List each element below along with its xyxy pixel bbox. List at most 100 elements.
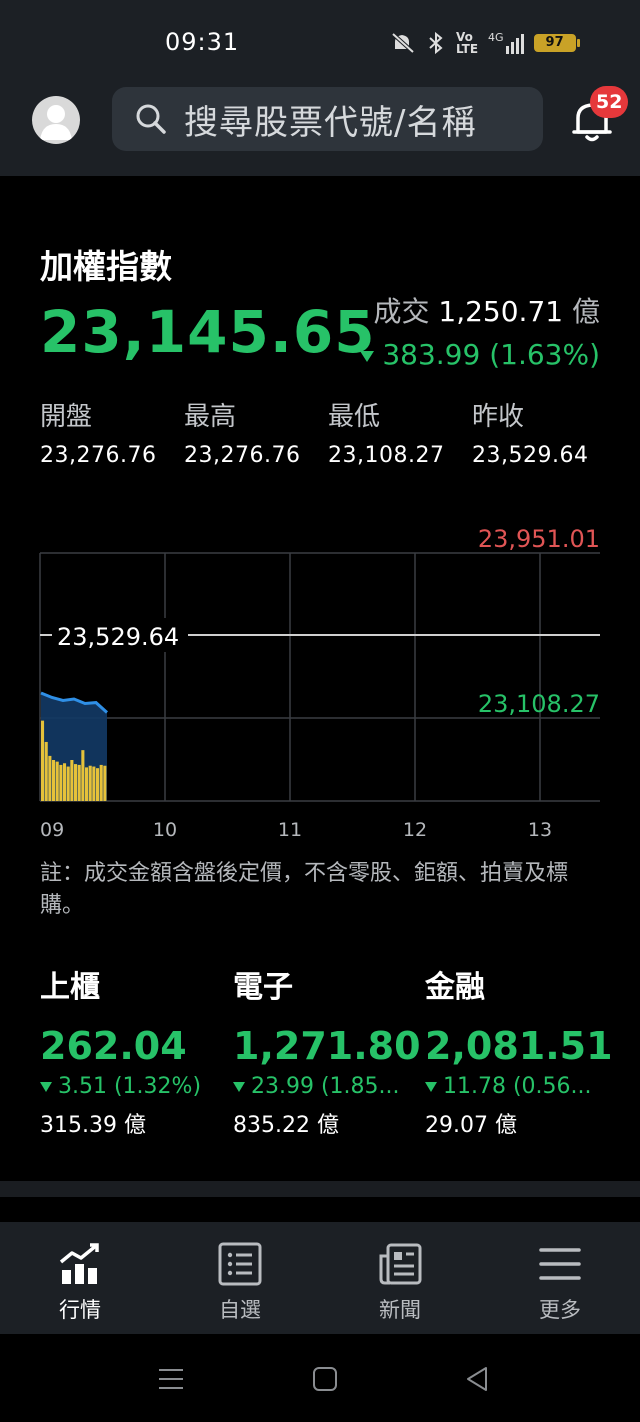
chart-icon — [59, 1243, 99, 1284]
sub-index-value: 262.04 — [40, 1024, 187, 1068]
volume-bar — [81, 750, 85, 801]
volume-bar — [99, 764, 103, 801]
tab-more[interactable]: 更多 — [480, 1222, 640, 1334]
list-icon — [218, 1242, 262, 1286]
sub-index-value: 1,271.80 — [233, 1024, 421, 1068]
turnover-value: 1,250.71 — [438, 295, 564, 328]
tab-watchlist[interactable]: 自選 — [160, 1222, 320, 1334]
turnover-unit: 億 — [571, 295, 600, 328]
sub-index-value: 2,081.51 — [425, 1024, 613, 1068]
sub-index-change: 3.51 (1.32%) — [40, 1074, 230, 1099]
stat-value: 23,529.64 — [472, 443, 589, 468]
news-icon — [379, 1243, 422, 1285]
search-placeholder: 搜尋股票代號/名稱 — [184, 102, 477, 143]
system-nav-bar — [0, 1334, 640, 1422]
section-divider — [0, 1181, 640, 1197]
volume-bar — [59, 764, 63, 801]
signal-icon: 4G — [488, 32, 524, 54]
sub-index-amount: 835.22 億 — [233, 1113, 339, 1138]
home-icon[interactable] — [310, 1364, 340, 1394]
tab-label: 更多 — [539, 1298, 581, 1322]
recents-icon[interactable] — [156, 1364, 186, 1394]
sub-index-electronics[interactable]: 電子 1,271.80 23.99 (1.85... 835.22 億 — [233, 962, 423, 1139]
tab-market[interactable]: 行情 — [0, 1222, 160, 1334]
stat-label: 昨收 — [472, 402, 525, 432]
turnover-label: 成交 — [373, 295, 430, 328]
volume-bar — [96, 768, 100, 801]
volume-bar — [63, 763, 67, 801]
volume-bar — [44, 741, 48, 801]
volume-bar — [70, 760, 74, 801]
volume-bar — [88, 765, 92, 801]
upper-limit-label: 23,951.01 — [478, 525, 600, 553]
top-bar: 搜尋股票代號/名稱 52 — [0, 80, 640, 176]
search-icon — [136, 104, 166, 134]
battery-icon: 97 — [533, 34, 580, 52]
volte-icon: Vo LTE — [456, 30, 479, 56]
stat-low: 最低 23,108.27 — [328, 396, 444, 468]
status-bar: 09:31 Vo LTE 4G 97 — [0, 0, 640, 80]
search-input[interactable]: 搜尋股票代號/名稱 — [112, 87, 543, 151]
volume-bar — [55, 761, 59, 801]
sub-index-otc[interactable]: 上櫃 262.04 3.51 (1.32%) 315.39 億 — [40, 962, 230, 1139]
back-icon[interactable] — [462, 1364, 492, 1394]
stat-label: 最高 — [184, 402, 237, 432]
notification-badge: 52 — [590, 86, 629, 118]
status-time: 09:31 — [165, 28, 240, 56]
bottom-tab-bar: 行情 自選 新聞 更多 — [0, 1222, 640, 1334]
index-value: 23,145.65 — [40, 298, 376, 366]
x-tick-label: 13 — [528, 819, 552, 841]
x-tick-label: 09 — [40, 819, 64, 841]
volume-bar — [74, 764, 78, 801]
sub-index-name: 上櫃 — [40, 970, 100, 1005]
volume-bar — [41, 720, 45, 801]
index-change-value: 383.99 (1.63%) — [382, 338, 600, 371]
volume-bar — [92, 766, 96, 801]
volume-bar — [77, 764, 81, 801]
sub-index-name: 電子 — [233, 970, 293, 1005]
battery-level: 97 — [533, 34, 576, 52]
stat-high: 最高 23,276.76 — [184, 396, 300, 468]
stat-prev-close: 昨收 23,529.64 — [472, 396, 588, 468]
sub-index-finance[interactable]: 金融 2,081.51 11.78 (0.56... 29.07 億 — [425, 962, 615, 1139]
tab-label: 新聞 — [379, 1298, 421, 1322]
volume-bar — [48, 755, 52, 801]
turnover: 成交 1,250.71 億 — [373, 290, 600, 330]
tab-label: 行情 — [59, 1298, 101, 1322]
sub-index-amount: 315.39 億 — [40, 1113, 146, 1138]
sub-index-amount: 29.07 億 — [425, 1113, 517, 1138]
x-tick-label: 11 — [278, 819, 302, 841]
mute-icon — [391, 32, 415, 54]
tab-label: 自選 — [219, 1298, 261, 1322]
x-tick-label: 12 — [403, 819, 427, 841]
chart-note: 註：成交金額含盤後定價，不含零股、鉅額、拍賣及標購。 — [40, 861, 569, 918]
volume-bar — [52, 760, 56, 801]
stat-value: 23,276.76 — [40, 443, 157, 468]
menu-icon — [539, 1248, 581, 1280]
volume-bar — [66, 766, 70, 801]
down-arrow-icon — [40, 1082, 52, 1092]
user-icon — [40, 105, 72, 140]
x-tick-label: 10 — [153, 819, 177, 841]
stat-value: 23,276.76 — [184, 443, 301, 468]
reference-label: 23,529.64 — [57, 623, 179, 651]
volume-bar — [103, 765, 107, 801]
stat-open: 開盤 23,276.76 — [40, 396, 156, 468]
sub-index-name: 金融 — [425, 970, 485, 1005]
stat-label: 最低 — [328, 402, 381, 432]
index-change: 383.99 (1.63%) — [360, 338, 600, 371]
avatar[interactable] — [32, 96, 80, 144]
intraday-chart[interactable]: 23,951.01 23,529.64 23,108.27 09 10 11 12 13 — [0, 510, 640, 850]
sub-index-change: 11.78 (0.56... — [425, 1074, 615, 1099]
sub-index-change: 23.99 (1.85... — [233, 1074, 423, 1099]
down-arrow-icon — [425, 1082, 437, 1092]
index-title: 加權指數 — [40, 247, 172, 286]
volume-bar — [85, 767, 89, 801]
bluetooth-icon — [429, 31, 443, 55]
stat-label: 開盤 — [40, 402, 93, 432]
stat-value: 23,108.27 — [328, 443, 445, 468]
down-arrow-icon — [360, 350, 375, 362]
status-icons: Vo LTE 4G 97 — [390, 28, 580, 58]
tab-news[interactable]: 新聞 — [320, 1222, 480, 1334]
lower-label: 23,108.27 — [478, 690, 600, 718]
